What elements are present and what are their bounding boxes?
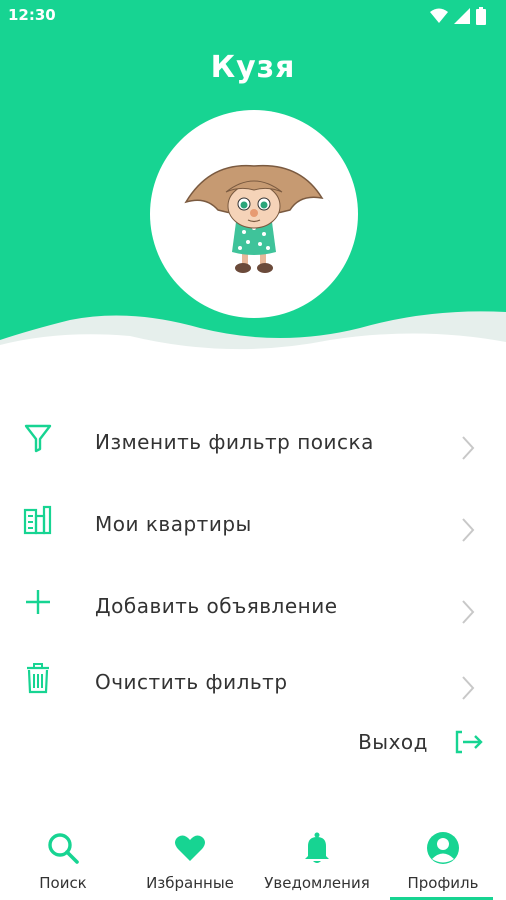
status-time: 12:30: [8, 6, 56, 24]
menu-item-label: Добавить объявление: [95, 594, 338, 618]
menu-item-my-apartments[interactable]: Мои квартиры: [0, 492, 506, 562]
nav-notifications[interactable]: Уведомления: [254, 816, 380, 898]
nav-label: Поиск: [39, 874, 87, 892]
header-wave: [0, 311, 506, 370]
menu-item-label: Очистить фильтр: [95, 670, 288, 694]
buildings-icon: [23, 505, 52, 535]
wifi-icon: [430, 8, 448, 23]
signal-icon: [454, 8, 470, 24]
profile-icon: [427, 832, 459, 864]
chevron-right-icon: [462, 518, 475, 542]
heart-icon: [175, 835, 205, 861]
menu-item-edit-filter[interactable]: Изменить фильтр поиска: [0, 410, 506, 480]
nav-label: Уведомления: [264, 874, 370, 892]
menu-item-label: Изменить фильтр поиска: [95, 430, 374, 454]
nav-label: Профиль: [407, 874, 479, 892]
logout-label: Выход: [358, 730, 428, 754]
bottom-navigation: Поиск Избранные Уведомления Профиль: [0, 808, 506, 900]
filter-icon: [24, 424, 52, 453]
status-icons: [430, 7, 486, 25]
battery-icon: [476, 7, 486, 25]
logout-icon: [455, 730, 483, 754]
menu-item-clear-filter[interactable]: Очистить фильтр: [0, 650, 506, 720]
avatar-character-image: [184, 164, 324, 273]
nav-label: Избранные: [146, 874, 234, 892]
plus-icon: [26, 590, 50, 614]
profile-name: Кузя: [210, 50, 296, 85]
profile-header: 12:30 Кузя: [0, 0, 506, 370]
chevron-right-icon: [462, 600, 475, 624]
nav-search[interactable]: Поиск: [0, 816, 126, 898]
menu-item-label: Мои квартиры: [95, 512, 252, 536]
logout-button[interactable]: Выход: [358, 728, 484, 756]
status-bar: 12:30: [0, 0, 506, 32]
bell-icon: [305, 832, 329, 863]
chevron-right-icon: [462, 676, 475, 700]
search-icon: [48, 833, 79, 864]
menu-item-add-listing[interactable]: Добавить объявление: [0, 574, 506, 644]
trash-icon: [27, 663, 49, 694]
nav-favorites[interactable]: Избранные: [127, 816, 253, 898]
avatar[interactable]: [150, 110, 358, 318]
nav-profile[interactable]: Профиль: [380, 816, 506, 898]
chevron-right-icon: [462, 436, 475, 460]
